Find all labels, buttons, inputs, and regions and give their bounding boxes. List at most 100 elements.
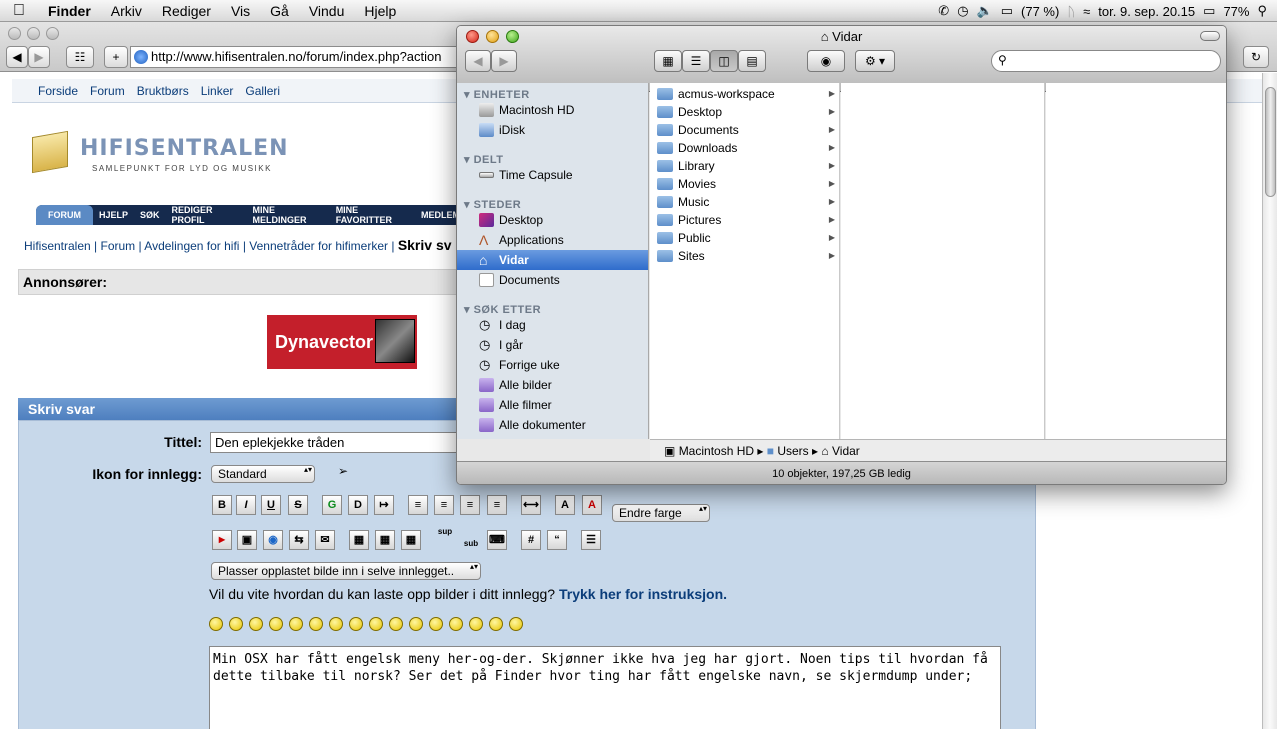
list-item[interactable]: Downloads ▶ xyxy=(650,139,839,157)
sidebar-item-vidar[interactable]: ⌂ Vidar xyxy=(457,250,648,270)
align-left-icon[interactable]: ≡ xyxy=(408,495,428,515)
phone-icon[interactable]: ✆ xyxy=(938,3,949,19)
toolbar-toggle-button[interactable] xyxy=(1200,31,1220,41)
help-link[interactable]: Trykk her for instruksjon. xyxy=(559,586,727,602)
close-icon[interactable] xyxy=(8,27,21,40)
coverflow-view-button[interactable]: ▤ xyxy=(738,50,766,72)
list-item[interactable]: Documents ▶ xyxy=(650,121,839,139)
sidebar-item-macintosh-hd[interactable]: Macintosh HD xyxy=(457,100,648,120)
color-select[interactable]: Endre farge xyxy=(612,504,710,522)
superscript-button[interactable]: sup xyxy=(435,527,455,547)
move-icon[interactable]: ↦ xyxy=(374,495,394,515)
breadcrumb-link[interactable]: Forum xyxy=(101,239,136,253)
bookmarks-grid-button[interactable]: ☷ xyxy=(66,46,94,68)
wifi-icon[interactable]: ≈ xyxy=(1083,4,1090,19)
sidebar-item-last-week[interactable]: ◷ Forrige uke xyxy=(457,355,648,375)
align-center-icon[interactable]: ≡ xyxy=(460,495,480,515)
ftp-icon[interactable]: ⇆ xyxy=(289,530,309,550)
search-input[interactable]: ⚲ xyxy=(991,50,1221,72)
list-item[interactable]: Pictures ▶ xyxy=(650,211,839,229)
back-button[interactable]: ◀ xyxy=(465,50,491,72)
menu-hjelp[interactable]: Hjelp xyxy=(354,0,406,22)
smiley-icon[interactable] xyxy=(389,617,403,631)
align-right-icon[interactable]: ≡ xyxy=(487,495,507,515)
sidebar-item-documents[interactable]: Documents xyxy=(457,270,648,290)
smiley-icon[interactable] xyxy=(269,617,283,631)
menu-ga[interactable]: Gå xyxy=(260,0,299,22)
bold-button[interactable]: B xyxy=(212,495,232,515)
title-input[interactable]: Den eplekjekke tråden xyxy=(210,432,460,453)
action-button[interactable]: ⚙ ▾ xyxy=(855,50,895,72)
menu-arkiv[interactable]: Arkiv xyxy=(101,0,152,22)
menu-vindu[interactable]: Vindu xyxy=(299,0,355,22)
smiley-icon[interactable] xyxy=(329,617,343,631)
smiley-icon[interactable] xyxy=(249,617,263,631)
nav-galleri[interactable]: Galleri xyxy=(245,84,280,98)
reload-button[interactable]: ↻ xyxy=(1243,46,1269,68)
zoom-icon[interactable] xyxy=(46,27,59,40)
path-item[interactable]: Macintosh HD xyxy=(679,444,754,458)
align-justify-icon[interactable]: ≡ xyxy=(434,495,454,515)
font-size-icon[interactable]: A xyxy=(555,495,575,515)
subscript-button[interactable]: sub xyxy=(461,539,481,559)
address-bar[interactable]: http://www.hifisentralen.no/forum/index.… xyxy=(130,46,460,68)
smiley-icon[interactable] xyxy=(309,617,323,631)
tab-forum[interactable]: FORUM xyxy=(36,205,93,225)
spotlight-icon[interactable]: ⚲ xyxy=(1257,3,1267,19)
battery-status-icon[interactable]: ▭ xyxy=(1203,3,1215,19)
list-item[interactable]: acmus-workspace ▶ xyxy=(650,85,839,103)
smiley-icon[interactable] xyxy=(289,617,303,631)
list-item[interactable]: Sites ▶ xyxy=(650,247,839,265)
site-logo[interactable]: HIFISENTRALEN SAMLEPUNKT FOR LYD OG MUSI… xyxy=(32,128,292,183)
back-button[interactable]: ◀ xyxy=(6,46,28,68)
smiley-icon[interactable] xyxy=(429,617,443,631)
font-color-icon[interactable]: A xyxy=(582,495,602,515)
tab-rediger-profil[interactable]: REDIGER PROFIL xyxy=(166,205,247,225)
email-icon[interactable]: ✉ xyxy=(315,530,335,550)
list-item[interactable]: Library ▶ xyxy=(650,157,839,175)
list-item[interactable]: Movies ▶ xyxy=(650,175,839,193)
smiley-icon[interactable] xyxy=(229,617,243,631)
table-column-icon[interactable]: ▦ xyxy=(401,530,421,550)
forward-button[interactable]: ▶ xyxy=(491,50,517,72)
dynavector-ad[interactable]: Dynavector xyxy=(267,315,417,369)
icon-select[interactable]: Standard xyxy=(211,465,315,483)
list-item[interactable]: Public ▶ xyxy=(650,229,839,247)
list-icon[interactable]: ☰ xyxy=(581,530,601,550)
breadcrumb-link[interactable]: Vennetråder for hifimerker xyxy=(249,239,388,253)
smiley-icon[interactable] xyxy=(489,617,503,631)
sidebar-item-applications[interactable]: Λ Applications xyxy=(457,230,648,250)
nav-linker[interactable]: Linker xyxy=(201,84,234,98)
horizontal-rule-icon[interactable]: ⟷ xyxy=(521,495,541,515)
message-textarea[interactable]: Min OSX har fått engelsk meny her-og-der… xyxy=(209,646,1001,729)
sidebar-item-all-documents[interactable]: Alle dokumenter xyxy=(457,415,648,435)
smiley-icon[interactable] xyxy=(449,617,463,631)
quote-icon[interactable]: “ xyxy=(547,530,567,550)
sidebar-item-idisk[interactable]: iDisk xyxy=(457,120,648,140)
menu-finder[interactable]: Finder xyxy=(38,0,101,22)
scroll-thumb[interactable] xyxy=(1265,87,1276,197)
table-row-icon[interactable]: ▦ xyxy=(375,530,395,550)
italic-button[interactable]: I xyxy=(236,495,256,515)
nav-forum[interactable]: Forum xyxy=(90,84,125,98)
teletype-icon[interactable]: ⌨ xyxy=(487,530,507,550)
sidebar-item-yesterday[interactable]: ◷ I går xyxy=(457,335,648,355)
bluetooth-icon[interactable]: ᚢ xyxy=(1067,4,1075,19)
nav-bruktbors[interactable]: Bruktbørs xyxy=(137,84,189,98)
smiley-icon[interactable] xyxy=(349,617,363,631)
clock[interactable]: tor. 9. sep. 20.15 xyxy=(1098,4,1195,19)
time-machine-icon[interactable]: ◷ xyxy=(957,3,968,19)
battery-icon[interactable]: ▭ xyxy=(1001,3,1013,19)
forward-button[interactable]: ▶ xyxy=(28,46,50,68)
smiley-icon[interactable] xyxy=(409,617,423,631)
icon-view-button[interactable]: ▦ xyxy=(654,50,682,72)
path-item[interactable]: Vidar xyxy=(832,444,860,458)
tab-sok[interactable]: SØK xyxy=(134,210,166,220)
hyperlink-icon[interactable]: ◉ xyxy=(263,530,283,550)
list-item[interactable]: Music ▶ xyxy=(650,193,839,211)
underline-button[interactable]: U xyxy=(261,495,281,515)
code-button[interactable]: # xyxy=(521,530,541,550)
breadcrumb-link[interactable]: Hifisentralen xyxy=(24,239,91,253)
sidebar-item-time-capsule[interactable]: Time Capsule xyxy=(457,165,648,185)
shadow-icon[interactable]: D xyxy=(348,495,368,515)
